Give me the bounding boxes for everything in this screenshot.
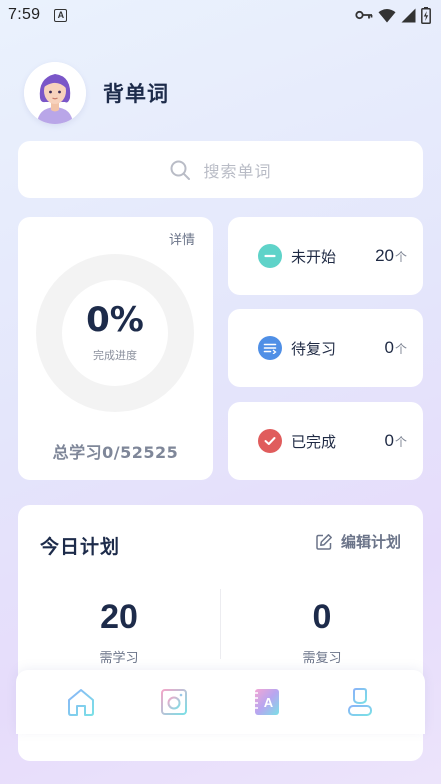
stat-card-completed[interactable]: 已完成 0个: [228, 402, 423, 480]
key-icon: [355, 10, 373, 20]
edit-plan-label: 编辑计划: [340, 533, 401, 551]
search-input[interactable]: 搜索单词: [18, 141, 423, 198]
progress-card: 详情 0% 完成进度 总学习0/52525: [18, 217, 213, 480]
battery-icon: [421, 6, 431, 24]
stat-label: 已完成: [291, 432, 337, 451]
bottom-nav: A: [16, 670, 425, 734]
header: 背单词: [24, 62, 169, 124]
nav-camera[interactable]: [154, 682, 194, 722]
dictionary-icon: A: [255, 689, 280, 715]
nav-home[interactable]: [61, 682, 101, 722]
search-icon: [170, 160, 191, 180]
stat-label: 待复习: [291, 339, 337, 358]
stat-value: 0个: [384, 431, 407, 450]
page-title: 背单词: [103, 82, 169, 106]
detail-link[interactable]: 详情: [169, 229, 195, 248]
nav-profile[interactable]: [340, 682, 380, 722]
plan-title: 今日计划: [40, 536, 121, 558]
profile-icon: [348, 688, 373, 716]
edit-plan-button[interactable]: 编辑计划: [315, 531, 401, 552]
a-notification-icon: A: [54, 8, 68, 22]
learn-count: 20: [100, 598, 138, 636]
list-circle-icon: [258, 336, 282, 360]
dictionary-glyph: A: [264, 695, 274, 710]
avatar[interactable]: [24, 62, 86, 124]
progress-percent: 0%: [86, 300, 144, 340]
stat-card-not-started[interactable]: 未开始 20个: [228, 217, 423, 295]
avatar-illustration: [24, 62, 86, 124]
progress-ring: 0% 完成进度: [36, 254, 194, 412]
wifi-icon: [378, 8, 396, 22]
edit-icon: [316, 533, 332, 550]
stat-value: 20个: [375, 246, 407, 265]
stat-card-to-review[interactable]: 待复习 0个: [228, 309, 423, 387]
learn-label: 需学习: [99, 651, 139, 666]
total-learned: 总学习0/52525: [52, 443, 179, 462]
status-time: 7:59: [8, 6, 41, 23]
review-count: 0: [312, 598, 332, 636]
search-placeholder: 搜索单词: [203, 161, 272, 181]
progress-caption: 完成进度: [93, 349, 137, 362]
minus-circle-icon: [258, 244, 282, 268]
stat-label: 未开始: [291, 247, 337, 266]
camera-icon: [160, 689, 187, 715]
status-icons: [355, 6, 431, 24]
signal-icon: [401, 8, 416, 22]
check-circle-icon: [258, 429, 282, 453]
stat-value: 0个: [384, 338, 407, 357]
home-icon: [67, 689, 94, 716]
review-label: 需复习: [302, 651, 342, 666]
nav-dictionary[interactable]: A: [247, 682, 287, 722]
status-bar: 7:59 A: [0, 0, 441, 30]
